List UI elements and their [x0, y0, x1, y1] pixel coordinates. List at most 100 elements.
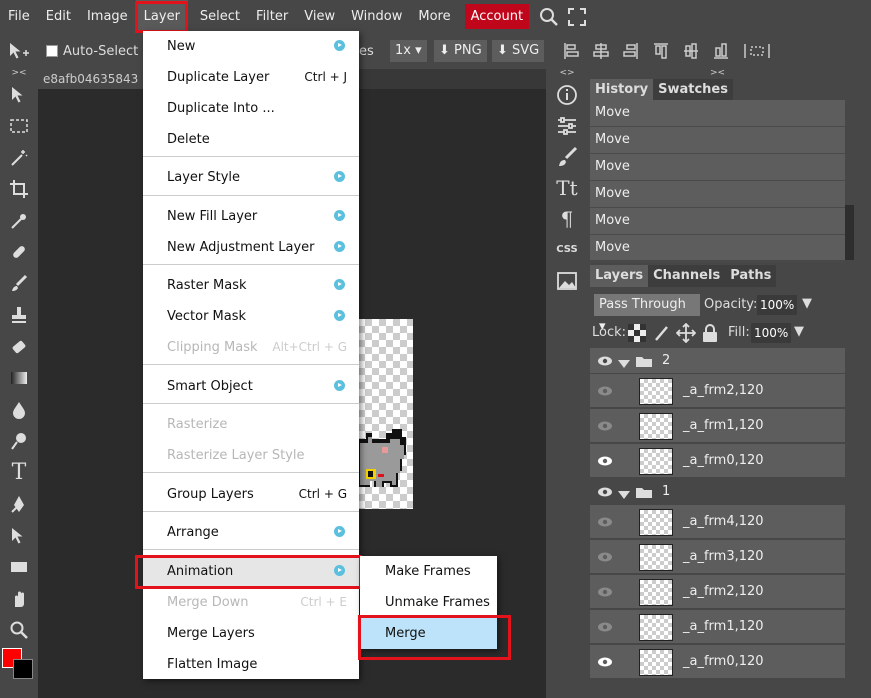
eye-icon[interactable]	[598, 516, 612, 531]
collapse-icon[interactable]: ><	[590, 69, 845, 79]
tab-swatches[interactable]: Swatches	[653, 79, 733, 101]
blur-tool-icon[interactable]	[0, 394, 38, 426]
eyedropper-icon[interactable]	[0, 205, 38, 237]
crop-tool-icon[interactable]	[0, 174, 38, 206]
menu-item-layer-style[interactable]: Layer Style	[143, 162, 359, 193]
align-icons[interactable]	[563, 42, 803, 60]
lock-all-icon[interactable]	[702, 323, 718, 343]
eye-icon[interactable]	[598, 486, 612, 501]
eye-icon[interactable]	[598, 621, 612, 636]
healing-brush-icon[interactable]	[0, 237, 38, 269]
history-item[interactable]: Move	[590, 208, 845, 235]
layer-row[interactable]: _a_frm2,120	[590, 374, 845, 408]
css-icon[interactable]: CSS	[546, 234, 588, 265]
eraser-icon[interactable]	[0, 331, 38, 363]
lock-position-icon[interactable]	[676, 323, 696, 343]
history-item[interactable]: Move	[590, 154, 845, 181]
tab-history[interactable]: History	[590, 79, 654, 101]
layer-row[interactable]: _a_frm1,120	[590, 610, 845, 644]
menu-item-flatten-image[interactable]: Flatten Image	[143, 649, 359, 680]
document-tab[interactable]: e8afb04635843	[38, 69, 144, 89]
submenu-item-unmake-frames[interactable]: Unmake Frames	[360, 587, 497, 618]
tab-channels[interactable]: Channels	[648, 265, 726, 287]
menu-item-new[interactable]: New	[143, 31, 359, 62]
collapse-icon[interactable]: <>	[546, 69, 588, 79]
layer-row[interactable]: _a_frm0,120	[590, 645, 845, 679]
layer-row[interactable]: _a_frm4,120	[590, 505, 845, 539]
eye-icon[interactable]	[598, 455, 612, 470]
eye-icon[interactable]	[598, 656, 612, 671]
menu-item-group-layers[interactable]: Group Layers Ctrl + G	[143, 479, 359, 510]
account-button[interactable]: Account	[464, 4, 530, 29]
search-icon[interactable]	[535, 0, 563, 33]
text-tool-icon[interactable]: T	[0, 457, 38, 489]
menu-edit[interactable]: Edit	[38, 0, 79, 33]
history-item[interactable]: Move	[590, 235, 845, 262]
zoom-select[interactable]: 1x ▾	[390, 40, 427, 62]
eye-icon[interactable]	[598, 420, 612, 435]
info-icon[interactable]	[546, 79, 588, 110]
brush-tool-icon[interactable]	[0, 268, 38, 300]
menu-item-merge-layers[interactable]: Merge Layers	[143, 618, 359, 649]
history-scrollbar[interactable]	[845, 205, 854, 260]
marquee-tool-icon[interactable]	[0, 111, 38, 143]
blend-mode-select[interactable]: Pass Through ▾	[594, 294, 700, 334]
eye-icon[interactable]	[598, 586, 612, 601]
fullscreen-icon[interactable]	[563, 0, 591, 33]
export-svg-button[interactable]: ⬇ SVG	[492, 40, 545, 62]
eye-icon[interactable]	[598, 385, 612, 400]
pen-tool-icon[interactable]	[0, 489, 38, 521]
distribute-icon[interactable]	[743, 42, 771, 60]
menu-select[interactable]: Select	[192, 0, 248, 33]
auto-select-checkbox[interactable]	[46, 45, 58, 57]
zoom-tool-icon[interactable]	[0, 615, 38, 647]
layer-row[interactable]: _a_frm1,120	[590, 409, 845, 443]
align-bottom-icon[interactable]	[713, 42, 729, 60]
fill-input[interactable]: 100%	[751, 323, 792, 343]
menu-item-vector-mask[interactable]: Vector Mask	[143, 301, 359, 332]
history-item[interactable]: Move	[590, 181, 845, 208]
menu-item-delete[interactable]: Delete	[143, 124, 359, 155]
tab-paths[interactable]: Paths	[725, 265, 777, 287]
menu-window[interactable]: Window	[343, 0, 410, 33]
path-select-icon[interactable]	[0, 520, 38, 552]
opacity-dropdown-icon[interactable]: ▼	[802, 296, 812, 311]
export-png-button[interactable]: ⬇ PNG	[434, 40, 487, 62]
menu-item-raster-mask[interactable]: Raster Mask	[143, 270, 359, 301]
menu-filter[interactable]: Filter	[248, 0, 296, 33]
image-icon[interactable]	[546, 265, 588, 296]
eye-icon[interactable]	[598, 551, 612, 566]
layer-group-row[interactable]: 1	[590, 479, 845, 505]
menu-item-arrange[interactable]: Arrange	[143, 517, 359, 548]
menu-more[interactable]: More	[410, 0, 458, 33]
align-right-icon[interactable]	[623, 42, 639, 60]
menu-view[interactable]: View	[296, 0, 343, 33]
magic-wand-icon[interactable]	[0, 142, 38, 174]
chevron-down-icon[interactable]	[618, 488, 630, 503]
menu-image[interactable]: Image	[79, 0, 136, 33]
character-icon[interactable]: Tt	[546, 172, 588, 203]
align-middle-icon[interactable]	[683, 42, 699, 60]
dodge-tool-icon[interactable]	[0, 426, 38, 458]
lock-pixels-icon[interactable]	[652, 324, 670, 342]
move-tool-icon[interactable]	[0, 33, 38, 69]
brush-settings-icon[interactable]	[546, 141, 588, 172]
lock-transparency-icon[interactable]	[628, 324, 646, 342]
document-canvas[interactable]	[358, 319, 413, 509]
gradient-tool-icon[interactable]	[0, 363, 38, 395]
menu-item-duplicate-layer[interactable]: Duplicate Layer Ctrl + J	[143, 62, 359, 93]
move-tool-icon[interactable]	[0, 79, 38, 111]
menu-file[interactable]: File	[0, 0, 38, 33]
align-left-icon[interactable]	[563, 42, 579, 60]
menu-item-new-fill-layer[interactable]: New Fill Layer	[143, 201, 359, 232]
tab-layers[interactable]: Layers	[590, 265, 649, 287]
align-center-icon[interactable]	[593, 42, 609, 60]
align-top-icon[interactable]	[653, 42, 669, 60]
layer-group-row[interactable]: 2	[590, 348, 845, 374]
adjustments-icon[interactable]	[546, 110, 588, 141]
clone-stamp-icon[interactable]	[0, 300, 38, 332]
shape-tool-icon[interactable]	[0, 552, 38, 584]
layer-row[interactable]: _a_frm2,120	[590, 575, 845, 609]
eye-icon[interactable]	[598, 355, 612, 370]
history-item[interactable]: Move	[590, 100, 845, 127]
